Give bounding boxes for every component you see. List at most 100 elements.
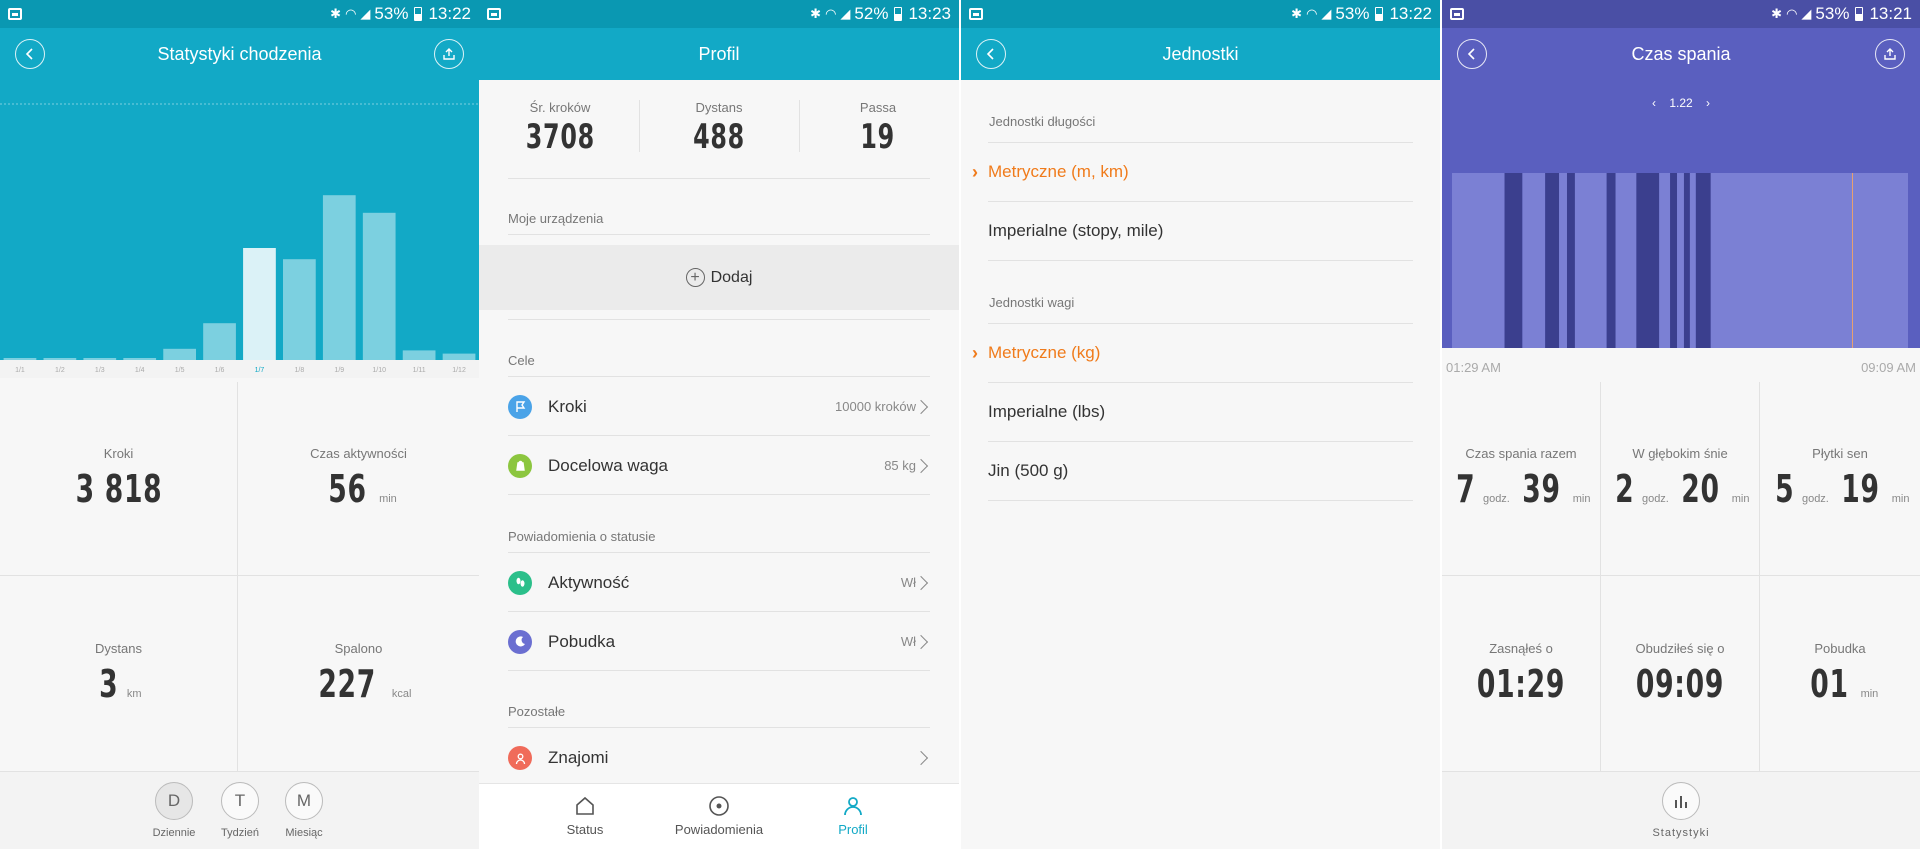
statistics-button[interactable]: [1662, 782, 1700, 820]
chevron-right-icon: [913, 575, 929, 590]
nav-status[interactable]: Status: [525, 794, 645, 837]
tab-monthly-label: Miesiąc: [285, 827, 323, 839]
calories-unit: kcal: [391, 688, 412, 700]
share-button[interactable]: [1875, 39, 1905, 69]
plus-icon: +: [685, 268, 705, 287]
x-tick-label: 1/12: [452, 367, 466, 374]
profile-summary: Śr. kroków 3708 Dystans 488 Passa 19: [479, 80, 959, 180]
sleep-segment-deep: [1606, 173, 1616, 348]
chart-bar-1-9[interactable]: [322, 195, 356, 360]
bluetooth-icon: ✱: [1771, 6, 1783, 21]
friends-icon: [508, 746, 532, 770]
woke-up-stat: Obudziłeś się o 09:09: [1601, 576, 1760, 771]
hours-unit: godz.: [1482, 493, 1510, 505]
streak-label: Passa: [859, 100, 897, 115]
clock: 13:23: [908, 4, 951, 23]
chart-bar-1-10[interactable]: [362, 212, 396, 360]
chart-bar-1-6[interactable]: [203, 323, 236, 360]
tab-monthly[interactable]: M Miesiąc: [274, 782, 334, 839]
minutes-unit: min: [1572, 493, 1591, 505]
distance-label: Dystans: [95, 641, 142, 656]
weight-imperial-option[interactable]: Imperialne (lbs): [988, 383, 1413, 442]
battery-icon: [1375, 7, 1384, 21]
sleep-segment-deep: [1545, 173, 1560, 348]
back-button[interactable]: [1457, 39, 1487, 69]
profile-screen: ✱ ◠ ◢ 52% 13:23 Profil Śr. kroków 3708 D…: [479, 0, 959, 849]
goal-weight-row[interactable]: Docelowa waga 85 kg: [508, 437, 930, 495]
home-icon: [576, 796, 594, 815]
nav-notifications[interactable]: Powiadomienia: [659, 794, 779, 837]
sleep-segment-deep: [1504, 173, 1523, 348]
notification-activity-row[interactable]: Aktywność Wł: [508, 554, 930, 612]
nav-profile[interactable]: Profil: [793, 794, 913, 837]
x-tick-label: 1/6: [215, 367, 225, 374]
back-button[interactable]: [15, 39, 45, 69]
wakeups-unit: min: [1860, 688, 1879, 700]
screenshot-collage: ✱ ◠ ◢ 53% 13:22 Statystyki chodzenia 1/1…: [0, 0, 1920, 849]
app-bar: Czas spania: [1442, 28, 1920, 80]
profile-icon: [844, 797, 862, 816]
sleep-segment-light: [1689, 173, 1696, 348]
streak-stat: Passa 19: [823, 100, 933, 157]
chart-bar-1-11[interactable]: [402, 350, 436, 360]
chart-bar-1-5[interactable]: [163, 348, 196, 360]
active-time-stat: Czas aktywności 56 min: [238, 382, 479, 576]
chevron-right-icon: [913, 458, 929, 473]
share-button[interactable]: [434, 39, 464, 69]
wakeups-value: 01: [1809, 662, 1849, 706]
sleep-segment-deep: [1683, 173, 1690, 348]
sleep-end-time: 09:09 AM: [1861, 360, 1916, 375]
chevron-right-icon: [913, 634, 929, 649]
goal-steps-value: 10000 kroków: [835, 399, 916, 414]
bottom-navigation: Status Powiadomienia Profil: [479, 783, 959, 849]
tab-daily[interactable]: D Dziennie: [144, 782, 204, 839]
minutes-unit: min: [1891, 493, 1910, 505]
steps-bar-chart[interactable]: [0, 80, 479, 360]
sleep-segment-deep: [1670, 173, 1678, 348]
notification-wakeup-row[interactable]: Pobudka Wł: [508, 613, 930, 671]
battery-percent: 53%: [374, 4, 409, 23]
tab-daily-label: Dziennie: [152, 827, 196, 839]
chevron-right-icon: [913, 750, 929, 766]
status-bar: ✱ ◠ ◢ 53% 13:21: [1442, 0, 1920, 28]
sleep-screen: ✱ ◠ ◢ 53% 13:21 Czas spania ‹ 1.22 › 01:…: [1442, 0, 1920, 849]
total-sleep-minutes: 39: [1522, 467, 1561, 511]
chart-bar-1-7[interactable]: [243, 248, 276, 360]
avg-steps-stat: Śr. kroków 3708: [505, 100, 615, 157]
sleep-segment-light: [1559, 173, 1567, 348]
goal-steps-row[interactable]: Kroki 10000 kroków: [508, 378, 930, 436]
sleep-chart[interactable]: ‹ 1.22 ›: [1442, 80, 1920, 348]
active-time-label: Czas aktywności: [310, 446, 407, 461]
add-device-button[interactable]: + Dodaj: [479, 245, 959, 310]
x-tick-label: 1/7: [255, 367, 265, 374]
weight-jin-label: Jin (500 g): [988, 461, 1069, 480]
signal-icon: ◢: [1321, 6, 1332, 21]
back-button[interactable]: [976, 39, 1006, 69]
avg-steps-value: 3708: [525, 117, 595, 157]
status-bar: ✱ ◠ ◢ 52% 13:23: [479, 0, 959, 28]
distance-stat: Dystans 3 km: [0, 576, 238, 771]
sleep-time-axis: 01:29 AM 09:09 AM: [1442, 355, 1920, 377]
steps-value: 3 818: [75, 467, 162, 511]
steps-label: Kroki: [103, 446, 134, 461]
battery-icon: [414, 7, 423, 21]
sleep-segment-light: [1677, 173, 1684, 348]
avg-steps-label: Śr. kroków: [529, 100, 591, 115]
weight-jin-option[interactable]: Jin (500 g): [988, 442, 1413, 501]
goal-steps-label: Kroki: [548, 396, 587, 416]
chevron-right-icon: [913, 399, 929, 414]
weight-metric-option[interactable]: › Metryczne (kg): [972, 324, 1413, 383]
add-device-label: Dodaj: [710, 268, 753, 286]
length-imperial-option[interactable]: Imperialne (stopy, mile): [988, 202, 1413, 261]
deep-sleep-minutes: 20: [1681, 467, 1720, 511]
chart-bar-1-8[interactable]: [283, 259, 316, 360]
friends-row[interactable]: Znajomi: [508, 729, 930, 787]
nav-notifications-label: Powiadomienia: [674, 822, 764, 837]
range-tabs: D Dziennie T Tydzień M Miesiąc: [0, 771, 479, 849]
tab-weekly[interactable]: T Tydzień: [210, 782, 270, 839]
calories-value: 227: [317, 662, 376, 706]
goal-weight-value: 85 kg: [884, 458, 916, 473]
streak-value: 19: [860, 117, 896, 157]
length-metric-option[interactable]: › Metryczne (m, km): [972, 143, 1413, 202]
clock: 13:22: [1389, 4, 1432, 23]
